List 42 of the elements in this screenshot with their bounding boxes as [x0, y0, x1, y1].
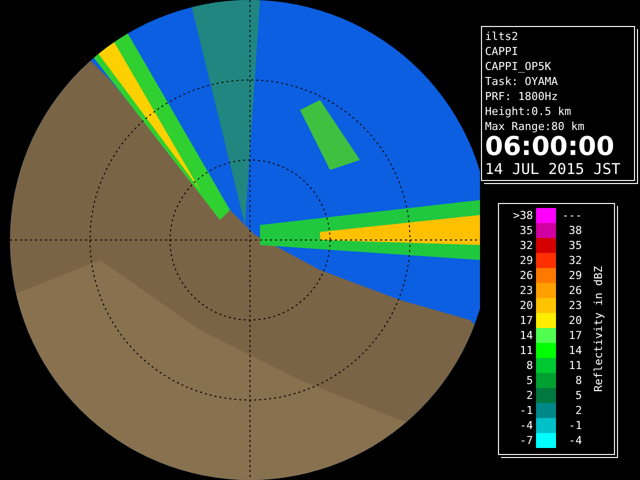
- legend-high-label: 11: [568, 359, 582, 372]
- legend-low-label: 8: [525, 359, 533, 372]
- legend-title: Reflectivity in dBZ: [592, 266, 605, 392]
- time-text: 06:00:00: [485, 134, 616, 160]
- legend-high-label: 20: [568, 314, 582, 327]
- legend-low-label: 26: [518, 269, 533, 282]
- legend-high-label: 38: [568, 224, 582, 237]
- legend-low-label: -1: [518, 404, 533, 417]
- legend-high-label: 8: [574, 374, 582, 387]
- info-text: Max Range:80 km: [485, 119, 586, 134]
- info-text: CAPPI: [485, 44, 520, 59]
- legend-high-label: -4: [568, 434, 582, 447]
- legend-high-label: 32: [568, 254, 582, 267]
- info-text: PRF: 1800Hz: [485, 89, 559, 104]
- legend-low-label: >38: [512, 209, 533, 222]
- legend-low-label: 20: [518, 299, 533, 312]
- legend-high-label: -1: [568, 419, 582, 432]
- legend-low-label: 14: [518, 329, 533, 342]
- info-text: ilts2: [485, 29, 520, 44]
- legend-low-label: -4: [518, 419, 533, 432]
- legend-high-label: 35: [568, 239, 582, 252]
- legend-high-label: 26: [568, 284, 582, 297]
- legend-low-label: 2: [525, 389, 533, 402]
- legend-low-label: 32: [518, 239, 533, 252]
- legend-high-label: 23: [568, 299, 582, 312]
- info-text: Height:0.5 km: [485, 104, 572, 119]
- legend-low-label: 29: [518, 254, 533, 267]
- legend-low-label: 35: [518, 224, 533, 237]
- legend-low-label: 5: [525, 374, 533, 387]
- legend-low-label: 11: [518, 344, 533, 357]
- legend-low-label: 17: [518, 314, 533, 327]
- legend-low-label: -7: [518, 434, 533, 447]
- info-text: Task: OYAMA: [485, 74, 559, 89]
- legend-high-label: 2: [574, 404, 582, 417]
- info-text: CAPPI_OP5K: [485, 59, 552, 74]
- legend-high-label: 5: [574, 389, 582, 402]
- legend-high-label: 14: [568, 344, 582, 357]
- legend-high-label: 17: [568, 329, 582, 342]
- legend-high-label: ---: [561, 209, 582, 222]
- date-text: 14 JUL 2015 JST: [485, 160, 622, 178]
- legend-high-label: 29: [568, 269, 582, 282]
- legend-low-label: 23: [518, 284, 533, 297]
